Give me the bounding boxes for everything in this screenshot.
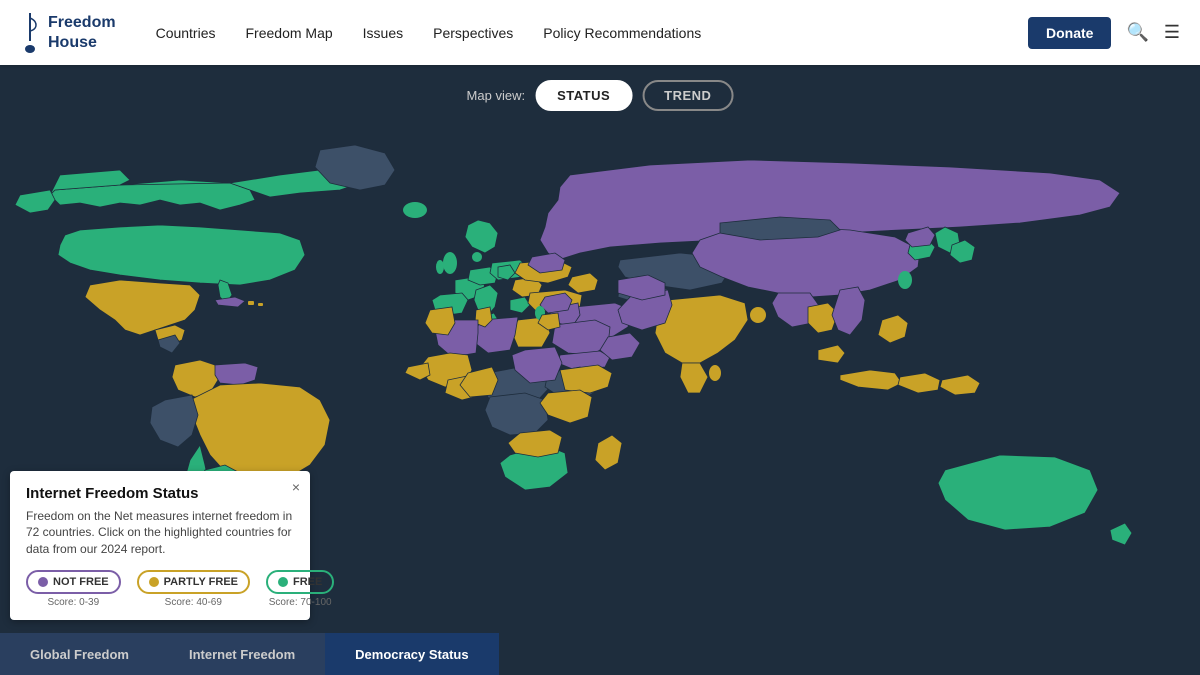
- free-badge[interactable]: FREE: [266, 570, 334, 594]
- not-free-dot: [38, 577, 48, 587]
- bangladesh[interactable]: [750, 307, 766, 323]
- sri-lanka[interactable]: [709, 365, 721, 381]
- legend-items: NOT FREE Score: 0-39 PARTLY FREE Score: …: [26, 570, 294, 608]
- main-nav: Countries Freedom Map Issues Perspective…: [156, 25, 1028, 41]
- tab-global-freedom[interactable]: Global Freedom: [0, 633, 159, 675]
- nav-policy[interactable]: Policy Recommendations: [543, 25, 701, 41]
- iceland[interactable]: [403, 202, 427, 218]
- search-icon[interactable]: 🔍: [1126, 22, 1148, 43]
- not-free-badge[interactable]: NOT FREE: [26, 570, 121, 594]
- map-container: Map view: STATUS TREND: [0, 65, 1200, 675]
- partly-free-badge[interactable]: PARTLY FREE: [137, 570, 250, 594]
- status-toggle-button[interactable]: STATUS: [535, 80, 632, 111]
- nav-perspectives[interactable]: Perspectives: [433, 25, 513, 41]
- header: Freedom House Countries Freedom Map Issu…: [0, 0, 1200, 65]
- legend-free: FREE Score: 70-100: [266, 570, 334, 608]
- taiwan[interactable]: [898, 271, 912, 289]
- legend-title: Internet Freedom Status: [26, 485, 294, 502]
- legend-description: Freedom on the Net measures internet fre…: [26, 508, 294, 558]
- map-view-toggle: Map view: STATUS TREND: [467, 80, 734, 111]
- logo-text: Freedom House: [48, 13, 116, 51]
- free-dot: [278, 577, 288, 587]
- logo-icon: [20, 11, 40, 55]
- legend-partly-free: PARTLY FREE Score: 40-69: [137, 570, 250, 608]
- legend-box: × Internet Freedom Status Freedom on the…: [10, 471, 310, 620]
- map-view-label: Map view:: [467, 88, 526, 103]
- header-right: Donate 🔍 ☰: [1028, 17, 1180, 49]
- tab-democracy-status[interactable]: Democracy Status: [325, 633, 498, 675]
- nav-issues[interactable]: Issues: [363, 25, 403, 41]
- nav-countries[interactable]: Countries: [156, 25, 216, 41]
- legend-close-button[interactable]: ×: [292, 479, 300, 495]
- hamburger-menu-icon[interactable]: ☰: [1164, 22, 1180, 43]
- partly-free-dot: [149, 577, 159, 587]
- donate-button[interactable]: Donate: [1028, 17, 1111, 49]
- trend-toggle-button[interactable]: TREND: [642, 80, 733, 111]
- nav-freedom-map[interactable]: Freedom Map: [246, 25, 333, 41]
- bottom-tabs: Global Freedom Internet Freedom Democrac…: [0, 633, 1200, 675]
- legend-not-free: NOT FREE Score: 0-39: [26, 570, 121, 608]
- logo[interactable]: Freedom House: [20, 11, 116, 55]
- tab-internet-freedom[interactable]: Internet Freedom: [159, 633, 325, 675]
